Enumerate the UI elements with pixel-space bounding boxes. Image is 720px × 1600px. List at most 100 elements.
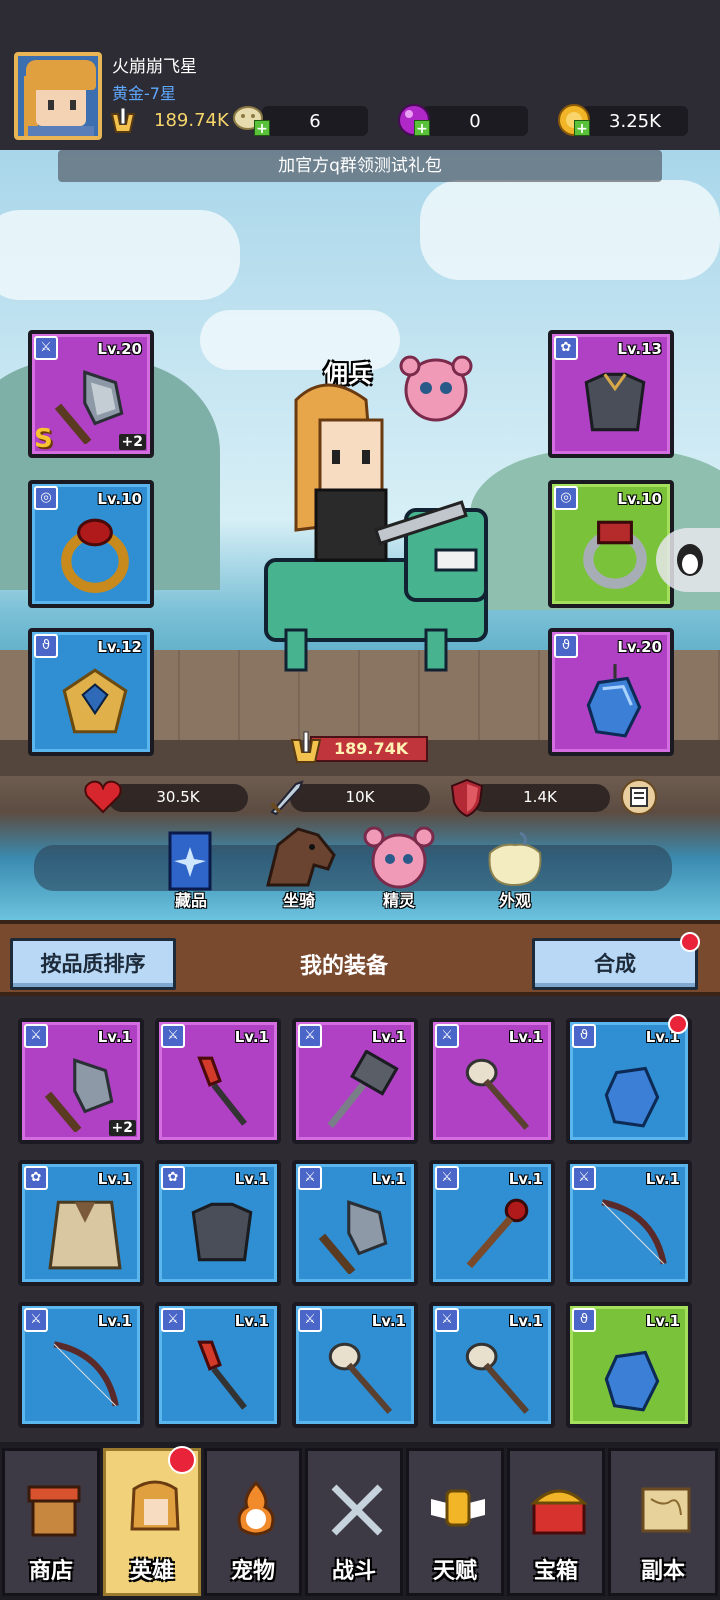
plus-badge: +2 (118, 434, 146, 450)
hero-icon (130, 1480, 180, 1531)
equipped-pendant-slot[interactable]: ϑ Lv.20 (548, 628, 674, 756)
promo-banner[interactable]: 加官方q群领测试礼包 (58, 150, 662, 182)
inventory-item[interactable]: ϑ Lv.1 (566, 1018, 692, 1144)
defense-value: 1.4K (523, 788, 557, 806)
nav-dungeon[interactable]: 副本 (608, 1448, 718, 1596)
weapon-type-icon: ⚔ (24, 1308, 48, 1332)
tab-label: 精灵 (382, 891, 415, 910)
skull-staff-icon (465, 1342, 530, 1414)
item-level: Lv.1 (371, 1170, 406, 1188)
equipment-title: 我的装备 (300, 954, 389, 979)
pet-icon (237, 1480, 275, 1536)
inventory-item[interactable]: ⚔ Lv.1 (429, 1018, 555, 1144)
nav-label: 宝箱 (533, 1559, 578, 1584)
tab-mount[interactable]: 坐骑 (254, 825, 344, 915)
inventory-item[interactable]: ⚔ Lv.1 (18, 1302, 144, 1428)
diamond-necklace-icon (62, 668, 128, 734)
item-level: Lv.1 (97, 1312, 132, 1330)
bones-value: 6 (309, 111, 321, 132)
axe-icon (318, 1200, 388, 1274)
power-icon (290, 731, 322, 763)
inventory-item[interactable]: ⚔ Lv.1 (155, 1302, 281, 1428)
attack-stat: 10K (290, 784, 430, 812)
tab-label: 外观 (498, 891, 531, 910)
nav-label: 英雄 (129, 1559, 174, 1584)
hero-notification-dot (168, 1446, 196, 1474)
nav-label: 天赋 (432, 1559, 477, 1584)
stats-detail-icon[interactable] (618, 776, 660, 818)
pendant-type-icon: ϑ (554, 634, 578, 658)
bow-icon (53, 1341, 119, 1407)
inventory-item[interactable]: ⚔ Lv.1 +2 (18, 1018, 144, 1144)
map-scroll-icon (641, 1487, 691, 1533)
inventory-item[interactable]: ⚔ Lv.1 (292, 1160, 418, 1286)
gold-value: 3.25K (609, 111, 661, 132)
inventory-item[interactable]: ϑ Lv.1 (566, 1302, 692, 1428)
inventory-item[interactable]: ⚔ Lv.1 (429, 1160, 555, 1286)
nav-chest[interactable]: 宝箱 (507, 1448, 605, 1596)
bones-resource[interactable]: 6 (262, 106, 368, 136)
pink-pet-icon (363, 826, 435, 889)
armor-icon (191, 1202, 253, 1262)
inventory-item[interactable]: ⚔ Lv.1 (292, 1302, 418, 1428)
tab-appearance[interactable]: 外观 (470, 825, 560, 915)
plus-badge: +2 (108, 1120, 136, 1136)
crystal-pendant-icon (586, 664, 642, 738)
inventory-item[interactable]: ⚔ Lv.1 (155, 1018, 281, 1144)
add-gold-button[interactable]: + (574, 120, 590, 137)
bag-icon (488, 831, 542, 887)
slot-level: Lv.20 (617, 638, 662, 656)
equipped-ring-slot[interactable]: ◎ Lv.10 (28, 480, 154, 608)
nav-label: 宠物 (230, 1559, 275, 1584)
weapon-type-icon: ⚔ (161, 1308, 185, 1332)
item-level: Lv.1 (371, 1312, 406, 1330)
nav-pet[interactable]: 宠物 (204, 1448, 302, 1596)
slot-level: Lv.10 (617, 490, 662, 508)
hero-scene: 加官方q群领测试礼包 ⚔ Lv.20 S +2 ◎ Lv.10 ϑ Lv.12 … (0, 150, 720, 920)
gold-resource[interactable]: 3.25K (582, 106, 688, 136)
collection-tabbar (34, 845, 672, 891)
equipped-armor-slot[interactable]: ✿ Lv.13 (548, 330, 674, 458)
hp-value: 30.5K (156, 788, 200, 806)
tab-collection[interactable]: 藏品 (146, 825, 236, 915)
crystal-pendant-icon (604, 1350, 660, 1412)
add-gems-button[interactable]: + (414, 120, 430, 137)
new-item-dot (668, 1014, 688, 1034)
item-level: Lv.1 (97, 1170, 132, 1188)
slot-level: Lv.13 (617, 340, 662, 358)
hero-character[interactable] (256, 380, 496, 680)
red-dagger-icon (197, 1340, 247, 1410)
weapon-type-icon: ⚔ (435, 1024, 459, 1048)
qq-group-button[interactable] (656, 528, 720, 592)
inventory-item[interactable]: ✿ Lv.1 (18, 1160, 144, 1286)
nav-talent[interactable]: 天赋 (406, 1448, 504, 1596)
inventory-item[interactable]: ⚔ Lv.1 (292, 1018, 418, 1144)
player-avatar[interactable] (14, 52, 102, 140)
shop-icon (27, 1485, 81, 1537)
armor-type-icon: ✿ (24, 1166, 48, 1190)
power-icon (110, 107, 136, 133)
weapon-type-icon: ⚔ (298, 1166, 322, 1190)
add-bones-button[interactable]: + (254, 120, 270, 137)
armor-type-icon: ✿ (554, 336, 578, 360)
nav-battle[interactable]: 战斗 (305, 1448, 403, 1596)
equipped-ring2-slot[interactable]: ◎ Lv.10 (548, 480, 674, 608)
armor-icon (584, 372, 646, 432)
tab-spirit[interactable]: 精灵 (354, 825, 444, 915)
slot-level: Lv.10 (97, 490, 142, 508)
nav-shop[interactable]: 商店 (2, 1448, 100, 1596)
inventory-item[interactable]: ⚔ Lv.1 (429, 1302, 555, 1428)
grade-badge: S (34, 424, 53, 454)
equipped-necklace-slot[interactable]: ϑ Lv.12 (28, 628, 154, 756)
inventory-item[interactable]: ✿ Lv.1 (155, 1160, 281, 1286)
combine-button[interactable]: 合成 (532, 938, 698, 990)
card-icon (168, 831, 212, 891)
gems-resource[interactable]: 0 (422, 106, 528, 136)
sort-by-quality-button[interactable]: 按品质排序 (10, 938, 176, 990)
inventory-item[interactable]: ⚔ Lv.1 (566, 1160, 692, 1286)
item-level: Lv.1 (371, 1028, 406, 1046)
weapon-type-icon: ⚔ (161, 1024, 185, 1048)
armor-type-icon: ✿ (161, 1166, 185, 1190)
equipped-weapon-slot[interactable]: ⚔ Lv.20 S +2 (28, 330, 154, 458)
hero-power-value: 189.74K (334, 739, 409, 758)
